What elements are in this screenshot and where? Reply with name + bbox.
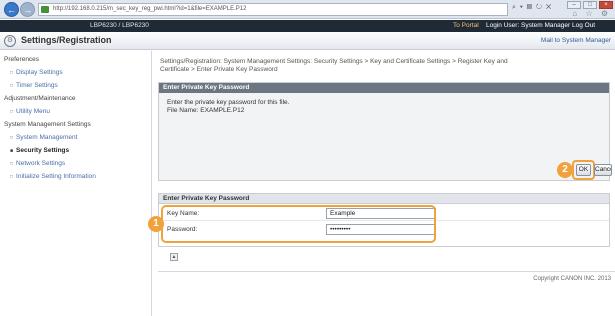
back-arrow-icon[interactable]: ←: [4, 2, 19, 17]
close-icon[interactable]: ×: [599, 1, 613, 9]
maximize-icon[interactable]: □: [583, 1, 597, 9]
back-to-top-icon[interactable]: ▲: [170, 253, 178, 261]
portal-link[interactable]: To Portal: [453, 20, 479, 32]
forward-arrow-icon[interactable]: →: [20, 2, 35, 17]
mail-to-manager-link[interactable]: Mail to System Manager: [541, 37, 611, 44]
window-controls: – □ ×: [567, 1, 613, 9]
instruction-text: Enter the private key password for this …: [167, 99, 289, 115]
private-key-info-panel: Enter Private Key Password Enter the pri…: [158, 82, 610, 181]
cancel-button[interactable]: Cancel: [594, 164, 612, 176]
minimize-icon[interactable]: –: [567, 1, 581, 9]
site-favicon-icon: [41, 6, 49, 13]
sidebar-heading-adjustment: Adjustment/Maintenance: [4, 95, 76, 102]
device-header: LBP6230 / LBP6230 To Portal Login User: …: [0, 20, 615, 32]
sidebar-item-display-settings[interactable]: Display Settings: [10, 69, 63, 76]
device-model: LBP6230 / LBP6230: [90, 22, 149, 29]
breadcrumb: Settings/Registration: System Management…: [160, 58, 610, 74]
sidebar-item-utility-menu[interactable]: Utility Menu: [10, 108, 50, 115]
address-bar-tools[interactable]: ⌕ ▾ ▤ ↻ ✕: [512, 4, 552, 12]
browser-toolbar: ← → http://192.168.0.215/m_sec_key_reg_p…: [0, 0, 615, 19]
fields-highlight: [161, 205, 436, 243]
address-bar[interactable]: http://192.168.0.215/m_sec_key_reg_pwi.h…: [38, 3, 508, 16]
file-name-line: File Name: EXAMPLE.P12: [167, 107, 245, 114]
settings-gear-icon: ⚙: [4, 35, 16, 47]
page-title: Settings/Registration: [21, 35, 112, 45]
sidebar-heading-system-management-settings: System Management Settings: [4, 121, 91, 128]
breadcrumb-line-2: Certificate > Enter Private Key Password: [160, 66, 278, 73]
footer-divider: [158, 271, 615, 272]
sidebar-item-network-settings[interactable]: Network Settings: [10, 160, 65, 167]
sidebar-item-security-settings[interactable]: Security Settings: [10, 147, 69, 154]
sidebar-item-timer-settings[interactable]: Timer Settings: [10, 82, 58, 89]
sidebar-item-initialize-setting-information[interactable]: Initialize Setting Information: [10, 173, 96, 180]
instruction-line: Enter the private key password for this …: [167, 99, 290, 106]
callout-badge-1: 1: [148, 216, 164, 232]
breadcrumb-line-1: Settings/Registration: System Management…: [160, 58, 508, 65]
sidebar-heading-preferences: Preferences: [4, 56, 40, 63]
sidebar-item-system-management[interactable]: System Management: [10, 134, 77, 141]
browser-right-icons[interactable]: ⌂ ☆ ⚙: [572, 9, 611, 18]
ok-button[interactable]: OK: [576, 164, 591, 176]
login-user-info[interactable]: Login User: System Manager Log Out: [486, 20, 595, 32]
page-title-bar: ⚙ Settings/Registration Mail to System M…: [0, 32, 615, 50]
copyright-text: Copyright CANON INC. 2013: [533, 276, 611, 282]
sidebar: Preferences Display Settings Timer Setti…: [0, 51, 152, 316]
panel-header: Enter Private Key Password: [159, 83, 609, 93]
form-header: Enter Private Key Password: [159, 194, 609, 204]
callout-badge-2: 2: [557, 162, 573, 178]
